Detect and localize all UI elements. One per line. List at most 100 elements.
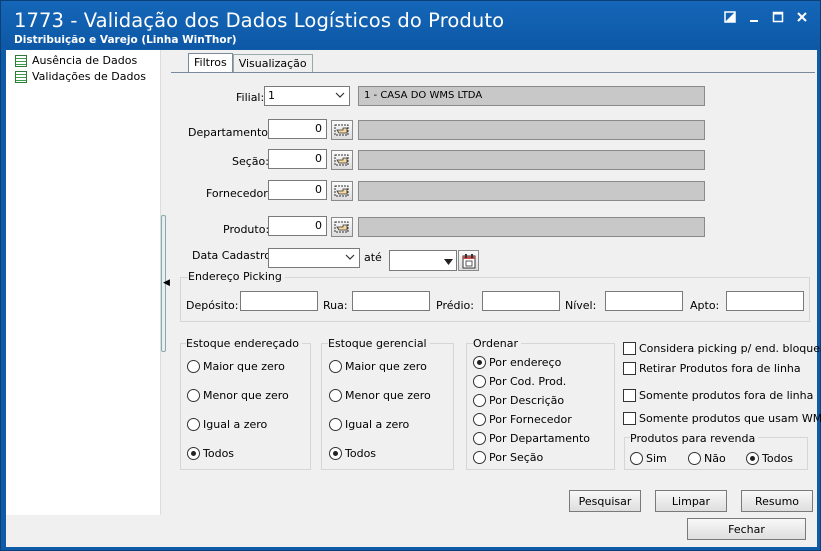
fornecedor-search-button[interactable] (331, 181, 353, 201)
estoque-enderecado-option-menor[interactable]: Menor que zero (187, 389, 289, 402)
radio-label: Maior que zero (203, 360, 285, 373)
tree-item-ausencia-dados[interactable]: Ausência de Dados (15, 54, 137, 67)
nivel-input[interactable] (605, 291, 683, 311)
filial-select-value: 1 (268, 89, 275, 102)
data-cadastro-fim-input[interactable] (389, 250, 457, 271)
tab-filtros[interactable]: Filtros (188, 53, 233, 73)
ordenar-option-secao[interactable]: Por Seção (473, 451, 543, 464)
estoque-gerencial-option-maior[interactable]: Maior que zero (329, 360, 427, 373)
produtos-revenda-title: Produtos para revenda (630, 432, 759, 445)
radio-button-selected[interactable] (187, 447, 200, 460)
revenda-option-nao[interactable]: Não (688, 452, 726, 465)
radio-button-selected[interactable] (746, 452, 759, 465)
tree-item-label: Validações de Dados (32, 70, 146, 83)
data-cadastro-label: Data Cadastro: (192, 249, 275, 262)
limpar-button[interactable]: Limpar (655, 490, 727, 512)
ordenar-option-descricao[interactable]: Por Descrição (473, 394, 564, 407)
minimize-icon[interactable] (746, 9, 762, 25)
checkbox-label: Retirar Produtos fora de linha (639, 362, 801, 375)
produto-input[interactable]: 0 (268, 216, 327, 236)
filial-name-field: 1 - CASA DO WMS LTDA (358, 86, 705, 106)
pointing-hand-icon (334, 124, 349, 136)
application-window: 1773 - Validação dos Dados Logísticos do… (0, 0, 821, 551)
estoque-gerencial-option-todos[interactable]: Todos (329, 447, 376, 460)
fornecedor-input[interactable]: 0 (268, 180, 327, 200)
radio-button[interactable] (688, 452, 701, 465)
resumo-button[interactable]: Resumo (741, 490, 813, 512)
radio-label: Igual a zero (203, 418, 268, 431)
list-icon (15, 70, 27, 83)
deposito-input[interactable] (240, 291, 318, 311)
deposito-label: Depósito: (186, 299, 239, 312)
data-cadastro-inicio-input[interactable] (268, 248, 360, 268)
radio-button[interactable] (473, 413, 486, 426)
radio-label: Por endereço (489, 356, 562, 369)
radio-button[interactable] (187, 360, 200, 373)
considera-picking-checkbox[interactable]: Considera picking p/ end. bloqueado (623, 342, 821, 355)
fechar-button[interactable]: Fechar (687, 518, 806, 540)
collapse-left-icon[interactable]: ◀ (163, 278, 170, 288)
radio-button[interactable] (473, 375, 486, 388)
radio-button-selected[interactable] (329, 447, 342, 460)
retirar-fora-linha-checkbox[interactable]: Retirar Produtos fora de linha (623, 362, 801, 375)
radio-button[interactable] (187, 389, 200, 402)
produto-search-button[interactable] (331, 217, 353, 237)
secao-input[interactable]: 0 (268, 149, 327, 169)
close-icon[interactable] (794, 9, 810, 25)
checkbox[interactable] (623, 362, 636, 375)
ordenar-option-departamento[interactable]: Por Departamento (473, 432, 590, 445)
checkbox[interactable] (623, 389, 636, 402)
radio-label: Todos (203, 447, 235, 460)
pointing-hand-icon (334, 154, 349, 166)
ordenar-option-cod-prod[interactable]: Por Cod. Prod. (473, 375, 566, 388)
revenda-option-sim[interactable]: Sim (630, 452, 667, 465)
radio-button[interactable] (473, 394, 486, 407)
window-controls (722, 9, 810, 25)
nivel-label: Nível: (565, 299, 597, 312)
radio-button-selected[interactable] (473, 356, 486, 369)
radio-button[interactable] (187, 418, 200, 431)
checkbox[interactable] (623, 412, 636, 425)
somente-wms-checkbox[interactable]: Somente produtos que usam WMS (623, 412, 821, 425)
radio-button[interactable] (329, 418, 342, 431)
radio-label: Todos (762, 452, 794, 465)
calendar-button[interactable] (458, 250, 479, 271)
estoque-enderecado-option-todos[interactable]: Todos (187, 447, 234, 460)
estoque-gerencial-option-menor[interactable]: Menor que zero (329, 389, 431, 402)
predio-input[interactable] (482, 291, 560, 311)
restore-layout-icon[interactable] (722, 9, 738, 25)
radio-label: Por Descrição (489, 394, 565, 407)
estoque-enderecado-option-igual[interactable]: Igual a zero (187, 418, 267, 431)
radio-label: Por Cod. Prod. (489, 375, 567, 388)
radio-button[interactable] (630, 452, 643, 465)
secao-search-button[interactable] (331, 150, 353, 170)
radio-button[interactable] (473, 432, 486, 445)
somente-fora-linha-checkbox[interactable]: Somente produtos fora de linha (623, 389, 813, 402)
radio-button[interactable] (329, 389, 342, 402)
calendar-icon (462, 253, 475, 268)
estoque-enderecado-option-maior[interactable]: Maior que zero (187, 360, 285, 373)
checkbox[interactable] (623, 342, 636, 355)
departamento-input[interactable]: 0 (268, 119, 327, 139)
apto-input[interactable] (726, 291, 804, 311)
revenda-option-todos[interactable]: Todos (746, 452, 793, 465)
departamento-search-button[interactable] (331, 120, 353, 140)
ordenar-option-endereco[interactable]: Por endereço (473, 356, 561, 369)
filial-select[interactable]: 1 (264, 86, 350, 106)
estoque-gerencial-option-igual[interactable]: Igual a zero (329, 418, 409, 431)
radio-label: Não (704, 452, 726, 465)
radio-label: Por Fornecedor (489, 413, 572, 426)
tree-item-validacoes-dados[interactable]: Validações de Dados (15, 70, 146, 83)
estoque-gerencial-title: Estoque gerencial (328, 337, 430, 350)
radio-button[interactable] (329, 360, 342, 373)
chevron-down-icon (345, 252, 355, 265)
ordenar-title: Ordenar (473, 337, 521, 350)
ordenar-option-fornecedor[interactable]: Por Fornecedor (473, 413, 572, 426)
radio-button[interactable] (473, 451, 486, 464)
rua-input[interactable] (352, 291, 430, 311)
pesquisar-button[interactable]: Pesquisar (569, 490, 641, 512)
maximize-icon[interactable] (770, 9, 786, 25)
tab-visualizacao[interactable]: Visualização (232, 54, 313, 72)
checkbox-label: Somente produtos fora de linha (639, 389, 814, 402)
title-bar[interactable]: 1773 - Validação dos Dados Logísticos do… (1, 1, 820, 49)
